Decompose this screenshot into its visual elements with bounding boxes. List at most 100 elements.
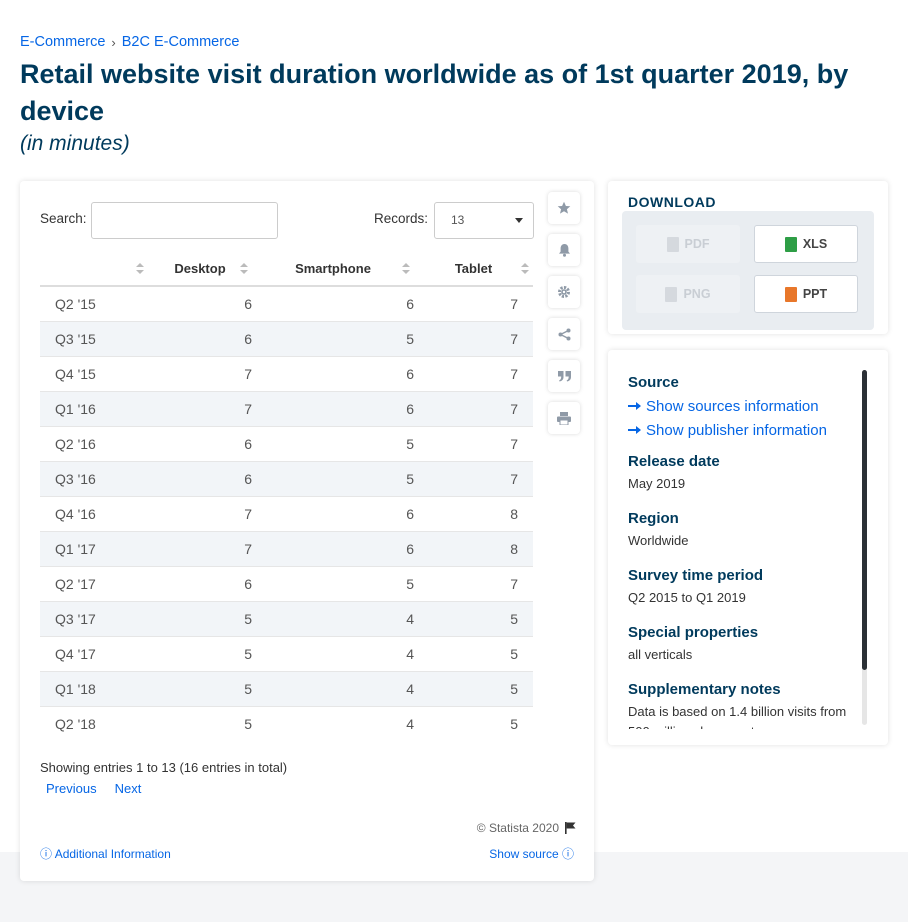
- table-cell: 7: [414, 355, 533, 391]
- download-card: DOWNLOAD PDF XLS PNG PPT: [608, 181, 888, 334]
- table-cell: 7: [414, 390, 533, 426]
- flag-icon[interactable]: [565, 822, 576, 834]
- show-source-link[interactable]: Show source ⓘ: [489, 845, 574, 862]
- search-input[interactable]: [91, 202, 278, 239]
- sort-icon: [521, 263, 529, 275]
- table-cell: 7: [414, 285, 533, 321]
- ppt-file-icon: [784, 286, 797, 302]
- special-properties-value: all verticals: [628, 647, 693, 662]
- download-options: PDF XLS PNG PPT: [622, 211, 874, 330]
- arrow-right-icon: [628, 426, 641, 435]
- scrollbar-thumb[interactable]: [862, 370, 867, 670]
- arrow-right-icon: [628, 402, 641, 411]
- download-pdf-button[interactable]: PDF: [636, 225, 740, 263]
- table-cell: Q3 '16: [40, 460, 148, 496]
- records-select[interactable]: 13: [434, 202, 534, 239]
- table-cell: 8: [414, 495, 533, 531]
- table-cell: Q2 '18: [40, 705, 148, 741]
- table-cell: 7: [148, 495, 252, 531]
- copyright-text: © Statista 2020: [476, 821, 559, 835]
- table-cell: 5: [252, 565, 414, 601]
- table-cell: Q3 '17: [40, 600, 148, 636]
- print-icon: [557, 411, 571, 425]
- column-header-smartphone[interactable]: Smartphone: [252, 252, 414, 287]
- table-cell: 5: [414, 670, 533, 706]
- png-file-icon: [665, 286, 678, 302]
- table-cell: 5: [148, 705, 252, 741]
- table-row: Q1 '18 5 4 5: [40, 670, 533, 706]
- survey-period-heading: Survey time period: [628, 567, 764, 584]
- table-cell: 5: [252, 320, 414, 356]
- table-row: Q1 '16 7 6 7: [40, 390, 533, 426]
- notification-button[interactable]: [548, 234, 580, 266]
- table-cell: Q4 '16: [40, 495, 148, 531]
- share-icon: [558, 328, 570, 340]
- search-label: Search:: [40, 211, 87, 226]
- breadcrumb-link-ecommerce[interactable]: E-Commerce: [20, 34, 105, 50]
- table-cell: 6: [252, 390, 414, 426]
- table-cell: Q1 '17: [40, 530, 148, 566]
- page-title: Retail website visit duration worldwide …: [20, 59, 849, 126]
- copyright: © Statista 2020: [477, 821, 576, 835]
- cite-button[interactable]: [548, 360, 580, 392]
- table-row: Q4 '15 7 6 7: [40, 355, 533, 391]
- table-cell: 6: [148, 425, 252, 461]
- favorite-button[interactable]: [548, 192, 580, 224]
- next-button[interactable]: Next: [115, 781, 142, 796]
- print-button[interactable]: [548, 402, 580, 434]
- page-subtitle: (in minutes): [20, 132, 130, 155]
- source-heading: Source: [628, 374, 679, 391]
- share-button[interactable]: [548, 318, 580, 350]
- table-cell: 5: [148, 635, 252, 671]
- supplementary-notes-value: Data is based on 1.4 billion visits from…: [628, 704, 847, 729]
- table-cell: 4: [252, 600, 414, 636]
- additional-information-link[interactable]: ⓘ Additional Information: [40, 845, 171, 862]
- source-card: Source Show sources information Show pub…: [608, 350, 888, 745]
- release-date-value: May 2019: [628, 476, 686, 491]
- table-cell: 4: [252, 705, 414, 741]
- release-date-heading: Release date: [628, 453, 720, 470]
- table-cell: 6: [252, 285, 414, 321]
- source-scrollbar[interactable]: [862, 370, 867, 725]
- table-cell: Q4 '17: [40, 635, 148, 671]
- settings-button[interactable]: [548, 276, 580, 308]
- column-header-desktop[interactable]: Desktop: [148, 252, 252, 287]
- column-header-period[interactable]: [40, 252, 148, 287]
- info-icon: ⓘ: [40, 847, 53, 861]
- table-row: Q3 '17 5 4 5: [40, 600, 533, 636]
- table-row: Q2 '17 6 5 7: [40, 565, 533, 601]
- table-cell: 6: [252, 495, 414, 531]
- show-sources-link[interactable]: Show sources information: [628, 395, 848, 419]
- table-cell: 5: [252, 460, 414, 496]
- special-properties-heading: Special properties: [628, 624, 759, 641]
- table-row: Q1 '17 7 6 8: [40, 530, 533, 566]
- table-cell: 7: [414, 565, 533, 601]
- table-cell: 7: [148, 390, 252, 426]
- table-cell: 5: [148, 670, 252, 706]
- breadcrumb-link-b2c[interactable]: B2C E-Commerce: [122, 34, 240, 50]
- chart-toolbar: [548, 192, 580, 444]
- table-cell: 5: [414, 635, 533, 671]
- table-cell: 5: [148, 600, 252, 636]
- gear-icon: [558, 286, 570, 298]
- table-cell: 6: [252, 355, 414, 391]
- column-header-tablet[interactable]: Tablet: [414, 252, 533, 287]
- table-cell: 7: [148, 530, 252, 566]
- sort-icon: [402, 263, 410, 275]
- show-publisher-link[interactable]: Show publisher information: [628, 419, 848, 443]
- pagination: Previous Next: [46, 781, 141, 796]
- table-row: Q4 '16 7 6 8: [40, 495, 533, 531]
- table-cell: Q1 '18: [40, 670, 148, 706]
- previous-button[interactable]: Previous: [46, 781, 97, 796]
- download-ppt-button[interactable]: PPT: [754, 275, 858, 313]
- download-xls-button[interactable]: XLS: [754, 225, 858, 263]
- supplementary-notes-heading: Supplementary notes: [628, 681, 781, 698]
- table-cell: 7: [148, 355, 252, 391]
- download-png-button[interactable]: PNG: [636, 275, 740, 313]
- table-cell: 7: [414, 425, 533, 461]
- table-cell: 6: [148, 565, 252, 601]
- table-cell: 6: [148, 285, 252, 321]
- table-cell: 6: [148, 460, 252, 496]
- chevron-down-icon: [515, 218, 523, 223]
- table-cell: 5: [414, 705, 533, 741]
